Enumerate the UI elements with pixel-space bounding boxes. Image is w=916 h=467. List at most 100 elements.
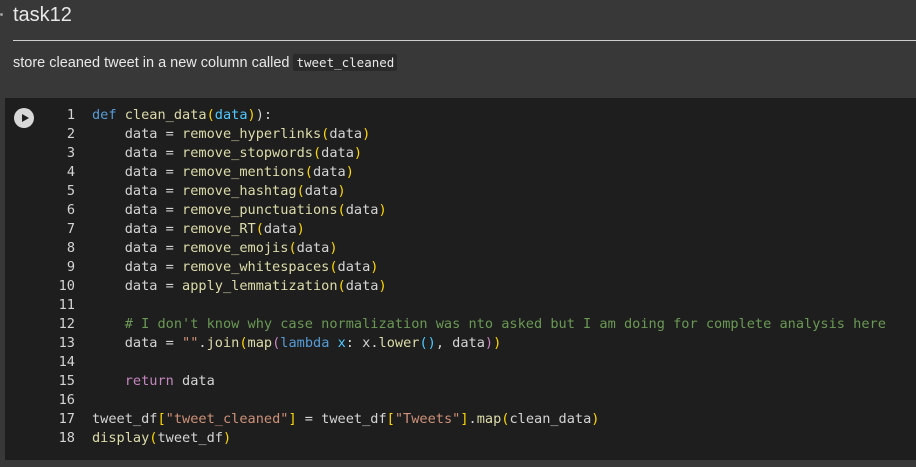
code-token: ( bbox=[206, 107, 215, 123]
code-token: lower bbox=[378, 335, 420, 351]
code-token: ] bbox=[288, 411, 297, 427]
code-line[interactable]: 6 data = remove_punctuations(data) bbox=[5, 201, 916, 220]
code-token: data bbox=[173, 373, 215, 389]
line-number: 4 bbox=[66, 164, 75, 180]
line-number: 13 bbox=[58, 335, 75, 351]
code-token: remove_stopwords bbox=[182, 145, 313, 161]
line-source: data = remove_whitespaces(data) bbox=[92, 258, 379, 277]
code-token: tweet_df bbox=[157, 430, 223, 446]
code-token: ) bbox=[591, 411, 600, 427]
heading-divider bbox=[13, 40, 916, 41]
code-token: remove_punctuations bbox=[182, 202, 338, 218]
code-line[interactable]: 1 def clean_data(data)): bbox=[5, 106, 916, 125]
line-number: 3 bbox=[66, 145, 75, 161]
code-token: ) bbox=[337, 183, 346, 199]
code-token: data bbox=[345, 278, 379, 294]
markdown-cell[interactable]: task12 store cleaned tweet in a new colu… bbox=[0, 0, 916, 98]
line-number: 10 bbox=[58, 278, 75, 294]
code-token: remove_mentions bbox=[182, 164, 305, 180]
cell-heading: task12 bbox=[13, 4, 72, 26]
code-line[interactable]: 11 bbox=[5, 296, 916, 315]
code-token: ) bbox=[362, 126, 371, 142]
code-line[interactable]: 16 bbox=[5, 391, 916, 410]
line-number: 2 bbox=[66, 126, 75, 142]
line-number: 14 bbox=[58, 354, 75, 370]
line-source: data = remove_emojis(data) bbox=[92, 239, 338, 258]
code-line[interactable]: 17 tweet_df["tweet_cleaned"] = tweet_df["… bbox=[5, 410, 916, 429]
code-token: tweet_df bbox=[92, 411, 158, 427]
code-token: ) bbox=[370, 259, 379, 275]
code-token: ( bbox=[312, 145, 322, 161]
code-line[interactable]: 2 data = remove_hyperlinks(data) bbox=[5, 125, 916, 144]
code-line[interactable]: 13 data = "".join(map(lambda x: x.lower(… bbox=[5, 334, 916, 353]
code-token: lambda bbox=[280, 335, 330, 351]
code-token: ) bbox=[296, 221, 305, 237]
code-token: data bbox=[304, 183, 338, 199]
line-source: # I don't know why case normalization wa… bbox=[92, 315, 886, 334]
code-editor[interactable]: 1 def clean_data(data)): 2 data = remove_h… bbox=[5, 106, 916, 448]
code-token: ) bbox=[222, 430, 232, 446]
code-token: data = bbox=[92, 240, 183, 256]
code-token: ( bbox=[329, 259, 338, 275]
code-token: data bbox=[337, 259, 371, 275]
line-number: 7 bbox=[66, 221, 75, 237]
line-number: 17 bbox=[58, 411, 75, 427]
markdown-text-prefix: store cleaned tweet in a new column call… bbox=[13, 55, 290, 71]
code-line[interactable]: 15 return data bbox=[5, 372, 916, 391]
code-token: ) bbox=[378, 202, 387, 218]
inline-code: tweet_cleaned bbox=[293, 54, 398, 71]
code-token: data = bbox=[92, 126, 183, 142]
code-token: remove_whitespaces bbox=[182, 259, 330, 275]
code-token: clean_data bbox=[124, 107, 207, 123]
line-source: def clean_data(data)): bbox=[92, 106, 272, 125]
code-line[interactable]: 3 data = remove_stopwords(data) bbox=[5, 144, 916, 163]
code-token: ) bbox=[353, 145, 363, 161]
line-source: display(tweet_df) bbox=[92, 429, 231, 448]
code-token: () bbox=[419, 335, 436, 351]
code-token: , data bbox=[435, 335, 485, 351]
code-token: . bbox=[198, 335, 207, 351]
code-token: remove_hyperlinks bbox=[182, 126, 322, 142]
collapse-indicator-icon[interactable] bbox=[0, 13, 3, 16]
code-token: = tweet_df bbox=[296, 411, 387, 427]
code-token: data = bbox=[92, 335, 183, 351]
code-token: ) bbox=[345, 164, 354, 180]
code-token: ( bbox=[239, 335, 248, 351]
code-token: data = bbox=[92, 259, 183, 275]
code-token: ] bbox=[460, 411, 469, 427]
code-line[interactable]: 5 data = remove_hashtag(data) bbox=[5, 182, 916, 201]
code-token: ( bbox=[255, 221, 264, 237]
code-token: data = bbox=[92, 183, 183, 199]
code-line[interactable]: 14 bbox=[5, 353, 916, 372]
code-token: def bbox=[92, 107, 125, 123]
code-token: data bbox=[312, 164, 346, 180]
code-cell[interactable]: 1 def clean_data(data)): 2 data = remove_h… bbox=[5, 98, 916, 460]
line-number: 6 bbox=[66, 202, 75, 218]
code-token: ) bbox=[484, 335, 494, 351]
code-token: [ bbox=[386, 411, 395, 427]
line-number: 9 bbox=[66, 259, 75, 275]
line-number: 1 bbox=[66, 107, 75, 123]
line-number: 16 bbox=[58, 392, 75, 408]
code-token: clean_data bbox=[509, 411, 592, 427]
code-line[interactable]: 4 data = remove_mentions(data) bbox=[5, 163, 916, 182]
code-token: data = bbox=[92, 202, 183, 218]
code-line[interactable]: 12 # I don't know why case normalization… bbox=[5, 315, 916, 334]
code-line[interactable]: 8 data = remove_emojis(data) bbox=[5, 239, 916, 258]
code-token: ( bbox=[337, 278, 346, 294]
code-line[interactable]: 10 data = apply_lemmatization(data) bbox=[5, 277, 916, 296]
code-token: data bbox=[263, 221, 297, 237]
code-token: data bbox=[321, 145, 354, 161]
code-token: "tweet_cleaned" bbox=[165, 411, 289, 427]
code-token: data bbox=[214, 107, 248, 123]
code-token: ( bbox=[288, 240, 297, 256]
code-line[interactable]: 9 data = remove_whitespaces(data) bbox=[5, 258, 916, 277]
code-token: remove_RT bbox=[182, 221, 256, 237]
code-token: ): bbox=[255, 107, 273, 123]
code-token: display bbox=[92, 430, 150, 446]
code-line[interactable]: 7 data = remove_RT(data) bbox=[5, 220, 916, 239]
code-token: return bbox=[124, 373, 174, 389]
code-token: [ bbox=[157, 411, 166, 427]
code-line[interactable]: 18 display(tweet_df) bbox=[5, 429, 916, 448]
